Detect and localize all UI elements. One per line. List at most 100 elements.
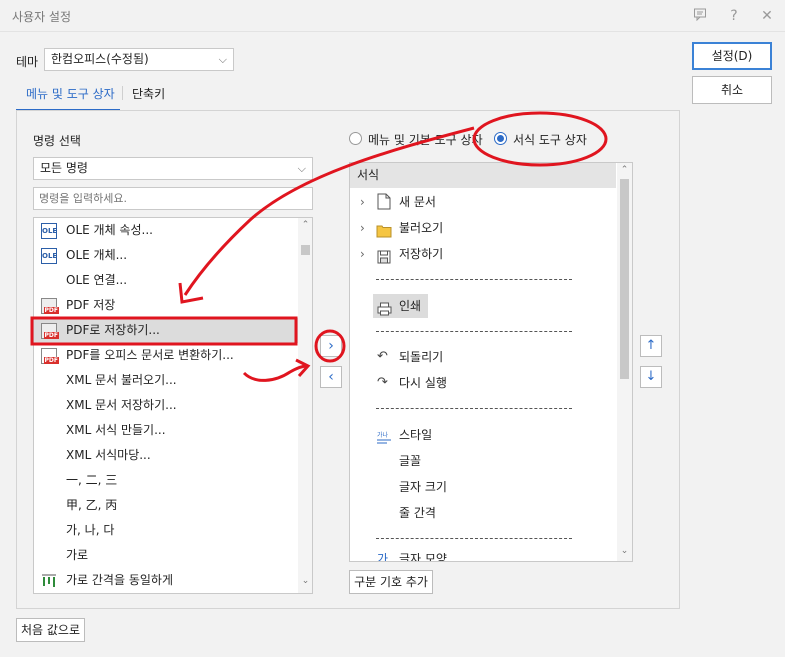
list-item[interactable]: XML 서식 만들기... [34, 418, 298, 443]
tree-item-line-spacing[interactable]: 줄 간격 [399, 500, 436, 526]
ole-icon: OLE [41, 248, 57, 264]
list-item-label: 가로 간격을 동일하게 [66, 573, 173, 587]
tree-item-label: 줄 간격 [399, 506, 436, 520]
tree-item-label: 되돌리기 [399, 350, 444, 364]
tree-item-partial-clip: 가 글자 모양 [374, 553, 494, 561]
scroll-down-icon[interactable]: ⌄ [617, 546, 632, 556]
help-icon[interactable]: ? [725, 7, 743, 25]
scroll-thumb[interactable] [301, 245, 310, 255]
tree-item-label: 저장하기 [399, 247, 444, 261]
list-item[interactable]: 甲, 乙, 丙 [34, 493, 298, 518]
list-item[interactable]: XML 문서 불러오기... [34, 368, 298, 393]
cancel-button[interactable]: 취소 [692, 76, 772, 104]
add-command-button[interactable]: › [320, 335, 342, 357]
tree-item-font-size[interactable]: 글자 크기 [399, 474, 447, 500]
move-up-button[interactable]: ↑ [640, 335, 662, 357]
separator [376, 331, 572, 332]
chevron-down-icon: ⌵ [218, 53, 227, 66]
list-item[interactable]: PDF PDF 저장 [34, 293, 298, 318]
radio-format-toolbox[interactable] [494, 132, 507, 145]
list-item[interactable]: 一, 二, 三 [34, 468, 298, 493]
radio-menu-basic-label: 메뉴 및 기본 도구 상자 [368, 133, 483, 147]
list-item[interactable]: XML 서식마당... [34, 443, 298, 468]
list-item-label: PDF로 저장하기... [66, 323, 160, 337]
list-item[interactable]: OLE OLE 개체... [34, 243, 298, 268]
list-item[interactable]: 가, 나, 다 [34, 518, 298, 543]
list-item-label: 가로 [66, 548, 89, 562]
command-list-scrollbar[interactable]: ⌃ ⌄ [298, 218, 312, 593]
feedback-icon[interactable] [691, 7, 709, 25]
list-item-selected[interactable]: PDF PDF로 저장하기... [34, 318, 298, 343]
move-down-button[interactable]: ↓ [640, 366, 662, 388]
tab-divider [122, 86, 123, 100]
tree-item-label: 새 문서 [399, 195, 436, 209]
tree-item-new-document[interactable]: › 새 문서 [360, 189, 436, 215]
list-item-label: OLE 연결... [66, 273, 128, 287]
tree-item-label: 다시 실행 [399, 376, 447, 390]
list-item-label: XML 서식 만들기... [66, 423, 166, 437]
tree-item-label: 글자 모양 [399, 553, 447, 561]
tree-item-label: 글자 크기 [399, 480, 447, 494]
align-spacing-icon [41, 573, 57, 589]
list-item-label: OLE 개체 속성... [66, 223, 153, 237]
theme-value: 한컴오피스(수정됨) [51, 52, 149, 66]
undo-icon: ↶ [377, 349, 388, 364]
tab-menu-toolbox[interactable]: 메뉴 및 도구 상자 [16, 84, 120, 111]
ok-button[interactable]: 설정(D) [692, 42, 772, 70]
window-title: 사용자 설정 [12, 10, 72, 24]
list-item[interactable]: PDF PDF를 오피스 문서로 변환하기... [34, 343, 298, 368]
redo-icon: ↷ [377, 375, 388, 390]
list-item-label: XML 서식마당... [66, 448, 151, 462]
list-item-label: XML 문서 불러오기... [66, 373, 177, 387]
list-item[interactable]: OLE OLE 개체 속성... [34, 218, 298, 243]
tree-item-label: 스타일 [399, 428, 433, 442]
scroll-thumb[interactable] [620, 179, 629, 379]
separator [376, 279, 572, 280]
list-item-label: 가, 나, 다 [66, 523, 115, 537]
list-item-label: 甲, 乙, 丙 [66, 498, 118, 512]
tree-item-label: 불러오기 [399, 221, 444, 235]
scroll-up-icon[interactable]: ⌃ [298, 220, 312, 230]
save-icon [377, 247, 391, 273]
tree-item-label: 인쇄 [399, 299, 422, 313]
theme-label: 테마 [16, 55, 39, 69]
add-separator-button[interactable]: 구분 기호 추가 [349, 570, 433, 594]
title-bar: 사용자 설정 ? ✕ [0, 0, 785, 32]
reset-button[interactable]: 처음 값으로 [16, 618, 85, 642]
toolbox-tree-scrollbar[interactable]: ⌃ ⌄ [617, 163, 632, 561]
theme-select[interactable]: 한컴오피스(수정됨) ⌵ [44, 48, 234, 71]
list-item[interactable]: 가로 [34, 543, 298, 568]
tree-item-label: 글꼴 [399, 454, 422, 468]
command-select-label: 명령 선택 [33, 134, 81, 148]
list-item[interactable]: 가로 간격을 동일하게 [34, 568, 298, 593]
list-item-label: PDF 저장 [66, 298, 116, 312]
chevron-right-icon[interactable]: › [360, 195, 365, 209]
list-item[interactable]: XML 문서 저장하기... [34, 393, 298, 418]
toolbox-tree-header: 서식 [350, 163, 616, 188]
pdf-save-icon: PDF [41, 323, 59, 339]
command-list[interactable]: OLE OLE 개체 속성... OLE OLE 개체... OLE 연결...… [33, 217, 313, 594]
scroll-down-icon[interactable]: ⌄ [298, 576, 312, 586]
tab-shortcuts[interactable]: 단축키 [132, 84, 182, 111]
list-item-label: PDF를 오피스 문서로 변환하기... [66, 348, 234, 362]
command-search-input[interactable] [33, 187, 313, 210]
tree-item-font[interactable]: 글꼴 [399, 448, 421, 474]
chevron-right-icon[interactable]: › [360, 221, 365, 235]
tree-item-open[interactable]: › 불러오기 [360, 215, 443, 241]
close-icon[interactable]: ✕ [758, 7, 776, 25]
remove-command-button[interactable]: ‹ [320, 366, 342, 388]
svg-text:가나: 가나 [377, 431, 389, 439]
new-document-icon [377, 193, 391, 219]
radio-menu-basic[interactable] [349, 132, 362, 145]
chevron-right-icon[interactable]: › [360, 247, 365, 261]
chevron-down-icon: ⌵ [297, 162, 306, 175]
list-item[interactable]: OLE 연결... [34, 268, 298, 293]
list-item-label: OLE 개체... [66, 248, 128, 262]
command-category-select[interactable]: 모든 명령 ⌵ [33, 157, 313, 180]
char-shape-icon: 가 [377, 553, 389, 561]
tree-item-save[interactable]: › 저장하기 [360, 241, 443, 267]
radio-format-toolbox-label: 서식 도구 상자 [513, 133, 587, 147]
scroll-up-icon[interactable]: ⌃ [617, 165, 632, 175]
print-icon [377, 299, 392, 325]
pdf-convert-icon: PDF [41, 348, 59, 364]
